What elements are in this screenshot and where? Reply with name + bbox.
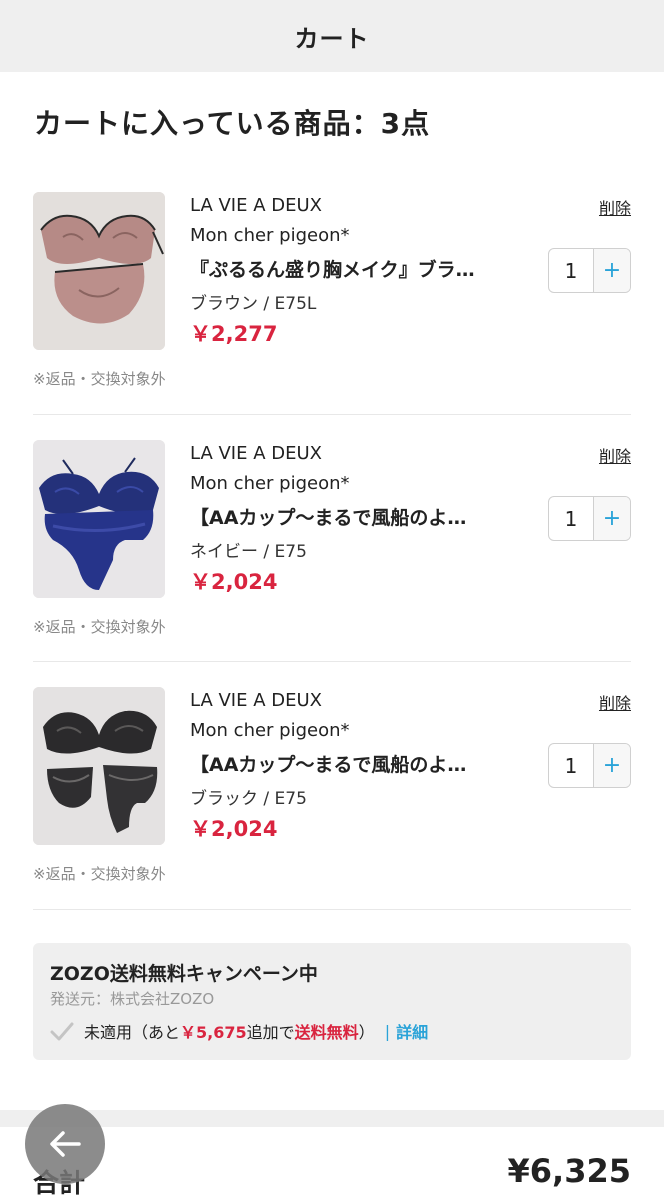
- divider: [33, 661, 631, 662]
- divider: [33, 414, 631, 415]
- product-price: ￥2,024: [190, 570, 278, 594]
- total-value: ¥6,325: [507, 1152, 631, 1190]
- delete-button[interactable]: 削除: [599, 443, 631, 467]
- product-image[interactable]: [33, 440, 165, 598]
- product-image[interactable]: [33, 687, 165, 845]
- product-variant: ブラック / E75: [190, 789, 307, 809]
- delete-button[interactable]: 削除: [599, 690, 631, 714]
- brand-name[interactable]: LA VIE A DEUX: [190, 195, 322, 216]
- product-variant: ネイビー / E75: [190, 542, 307, 562]
- return-note: ※返品・交換対象外: [33, 370, 166, 388]
- status-middle: 追加で: [246, 1023, 295, 1042]
- header-bar: カート: [0, 0, 664, 72]
- quantity-value[interactable]: 1: [549, 744, 593, 787]
- quantity-value[interactable]: 1: [549, 497, 593, 540]
- campaign-title: ZOZO送料無料キャンペーン中: [50, 963, 318, 985]
- cart-count-heading: カートに入っている商品：3点: [34, 107, 431, 140]
- cart-item: LA VIE A DEUX Mon cher pigeon* 【AAカップ〜まる…: [0, 440, 664, 688]
- product-variant: ブラウン / E75L: [190, 294, 317, 314]
- delete-button[interactable]: 削除: [599, 195, 631, 219]
- check-icon: [50, 1022, 74, 1041]
- product-image[interactable]: [33, 192, 165, 350]
- status-prefix: 未適用（あと: [84, 1023, 181, 1042]
- product-name[interactable]: 【AAカップ〜まるで風船のよ…: [190, 750, 490, 777]
- return-note: ※返品・交換対象外: [33, 618, 166, 636]
- shop-name[interactable]: Mon cher pigeon*: [190, 720, 350, 741]
- product-price: ￥2,024: [190, 817, 278, 841]
- shop-name[interactable]: Mon cher pigeon*: [190, 473, 350, 494]
- quantity-stepper: 1 +: [548, 248, 631, 293]
- quantity-stepper: 1 +: [548, 743, 631, 788]
- pink-lace-bra-set-photo-icon: [33, 192, 165, 350]
- page-title: カート: [294, 24, 370, 53]
- quantity-plus-button[interactable]: +: [593, 744, 630, 787]
- product-price: ￥2,277: [190, 322, 278, 346]
- cart-item: LA VIE A DEUX Mon cher pigeon* 【AAカップ〜まる…: [0, 687, 664, 935]
- cart-item: LA VIE A DEUX Mon cher pigeon* 『ぷるるん盛り胸メ…: [0, 192, 664, 440]
- brand-name[interactable]: LA VIE A DEUX: [190, 443, 322, 464]
- navy-lace-bra-set-photo-icon: [33, 440, 165, 598]
- return-note: ※返品・交換対象外: [33, 865, 166, 883]
- back-button[interactable]: [25, 1104, 105, 1184]
- quantity-plus-button[interactable]: +: [593, 497, 630, 540]
- quantity-plus-button[interactable]: +: [593, 249, 630, 292]
- product-name[interactable]: 『ぷるるん盛り胸メイク』ブラ…: [190, 255, 490, 282]
- campaign-status: 未適用（あと ￥5,675 追加で 送料無料 ） | 詳細: [50, 1020, 428, 1042]
- cart-page: カート カートに入っている商品：3点 LA VIE A DEUX Mon che…: [0, 0, 664, 1200]
- brand-name[interactable]: LA VIE A DEUX: [190, 690, 322, 711]
- campaign-sender: 発送元：株式会社ZOZO: [50, 990, 215, 1008]
- separator: |: [384, 1021, 391, 1041]
- product-name[interactable]: 【AAカップ〜まるで風船のよ…: [190, 503, 490, 530]
- divider: [33, 909, 631, 910]
- free-shipping-label: 送料無料: [294, 1023, 359, 1042]
- quantity-stepper: 1 +: [548, 496, 631, 541]
- remaining-amount: ￥5,675: [180, 1023, 247, 1042]
- quantity-value[interactable]: 1: [549, 249, 593, 292]
- black-lace-bra-set-photo-icon: [33, 687, 165, 845]
- arrow-left-icon: [50, 1131, 81, 1157]
- shop-name[interactable]: Mon cher pigeon*: [190, 225, 350, 246]
- detail-link[interactable]: 詳細: [396, 1019, 428, 1043]
- status-suffix: ）: [358, 1023, 375, 1042]
- free-shipping-campaign: ZOZO送料無料キャンペーン中 発送元：株式会社ZOZO 未適用（あと ￥5,6…: [33, 943, 631, 1060]
